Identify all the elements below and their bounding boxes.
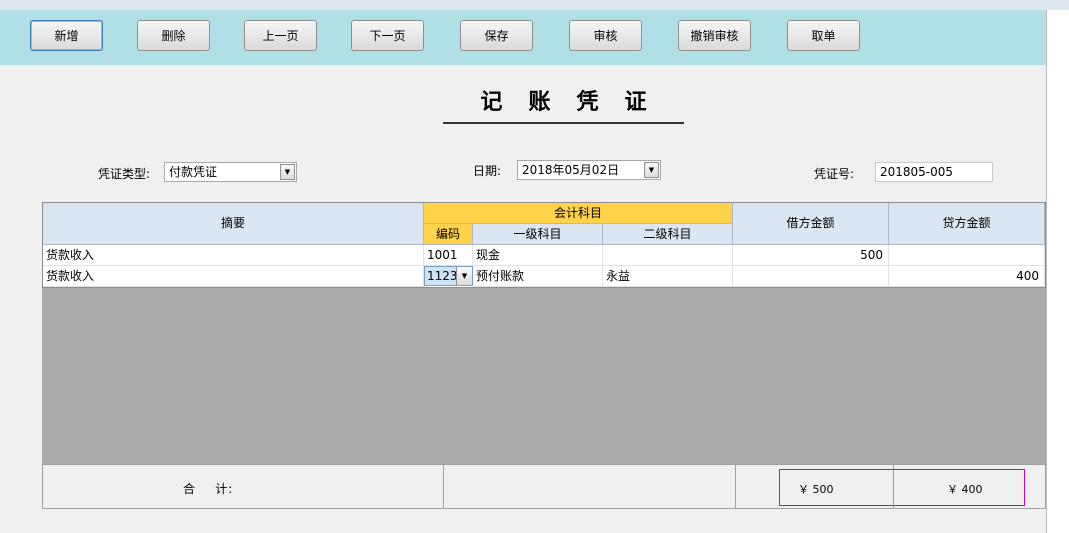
save-button[interactable]: 保存 xyxy=(460,20,533,51)
totals-footer: 合 计: ￥ 500 ￥ 400 xyxy=(42,464,1046,509)
date-picker[interactable]: 2018年05月02日 ▼ xyxy=(517,160,661,180)
header-level2: 二级科目 xyxy=(603,224,733,245)
header-credit: 贷方金额 xyxy=(889,203,1045,245)
voucher-table: 摘要 会计科目 编码 一级科目 二级科目 借方金额 贷方金额 货款收入 1001… xyxy=(42,202,1046,288)
credit-total: ￥ 400 xyxy=(947,483,983,496)
footer-divider xyxy=(735,465,736,508)
title-underline xyxy=(443,122,684,124)
cell-credit[interactable]: 400 xyxy=(889,266,1045,287)
cell-debit[interactable]: 500 xyxy=(733,245,889,266)
header-debit: 借方金额 xyxy=(733,203,889,245)
cell-summary[interactable]: 货款收入 xyxy=(43,266,424,287)
toolbar: 新增 删除 上一页 下一页 保存 审核 撤销审核 取单 xyxy=(0,10,1046,65)
window-top-strip xyxy=(0,0,1069,10)
cancel-audit-button[interactable]: 撤销审核 xyxy=(678,20,751,51)
cell-level1[interactable]: 预付账款 xyxy=(473,266,603,287)
next-page-button[interactable]: 下一页 xyxy=(351,20,424,51)
add-button[interactable]: 新增 xyxy=(30,20,103,51)
fetch-order-button[interactable]: 取单 xyxy=(787,20,860,51)
date-label: 日期: xyxy=(473,164,502,178)
cell-credit[interactable] xyxy=(889,245,1045,266)
cell-code: 1123 xyxy=(427,269,458,283)
cell-level1[interactable]: 现金 xyxy=(473,245,603,266)
debit-total: ￥ 500 xyxy=(798,483,834,496)
dropdown-arrow-icon[interactable]: ▼ xyxy=(280,164,295,180)
voucher-type-label: 凭证类型: xyxy=(98,167,151,181)
cell-debit[interactable] xyxy=(733,266,889,287)
voucher-no-label: 凭证号: xyxy=(814,167,855,181)
header-level1: 一级科目 xyxy=(473,224,603,245)
cell-level2[interactable]: 永益 xyxy=(603,266,733,287)
footer-divider xyxy=(443,465,444,508)
right-border xyxy=(1046,10,1047,533)
voucher-type-select[interactable]: 付款凭证 ▼ xyxy=(164,162,297,182)
cell-code[interactable]: 1001 xyxy=(424,245,473,266)
voucher-no-field[interactable]: 201805-005 xyxy=(875,162,993,182)
audit-button[interactable]: 审核 xyxy=(569,20,642,51)
prev-page-button[interactable]: 上一页 xyxy=(244,20,317,51)
dropdown-arrow-icon[interactable]: ▼ xyxy=(456,267,472,285)
delete-button[interactable]: 删除 xyxy=(137,20,210,51)
right-margin xyxy=(1046,10,1069,533)
header-summary: 摘要 xyxy=(43,203,424,245)
header-account-group: 会计科目 xyxy=(424,203,733,224)
page-title: 记账凭证 xyxy=(480,89,673,115)
cell-level2[interactable] xyxy=(603,245,733,266)
cell-summary[interactable]: 货款收入 xyxy=(43,245,424,266)
dropdown-arrow-icon[interactable]: ▼ xyxy=(644,162,659,178)
header-code: 编码 xyxy=(424,224,473,245)
total-label: 合 计: xyxy=(183,482,234,496)
date-value: 2018年05月02日 xyxy=(522,163,620,177)
voucher-type-value: 付款凭证 xyxy=(169,165,218,179)
code-select[interactable]: 1123 ▼ xyxy=(424,266,473,286)
empty-grid-area xyxy=(42,288,1046,464)
